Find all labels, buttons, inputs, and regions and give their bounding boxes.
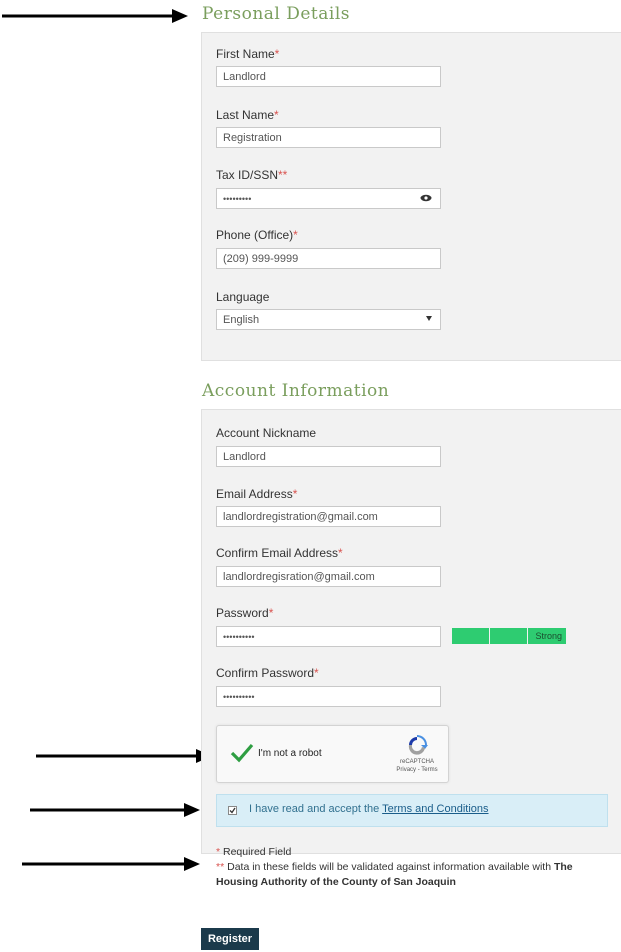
register-button[interactable]: Register	[201, 928, 259, 950]
chevron-down-icon	[426, 316, 432, 321]
strength-segment: Strong	[528, 628, 566, 644]
required-marker: *	[314, 666, 319, 680]
last-name-label: Last Name*	[216, 108, 279, 122]
checkmark-icon[interactable]	[230, 743, 254, 763]
terms-checkbox[interactable]	[228, 806, 237, 815]
arrow-annotation	[36, 749, 212, 763]
strength-label: Strong	[535, 631, 562, 641]
account-information-title: Account Information	[202, 381, 390, 401]
recaptcha-links[interactable]: Privacy - Terms	[392, 767, 442, 773]
phone-input[interactable]: (209) 999-9999	[216, 248, 441, 269]
first-name-input[interactable]: Landlord	[216, 66, 441, 87]
phone-label: Phone (Office)*	[216, 228, 298, 242]
recaptcha-brand: reCAPTCHA	[399, 759, 434, 765]
recaptcha-logo-icon	[408, 735, 428, 755]
strength-segment	[452, 628, 489, 644]
email-label: Email Address*	[216, 487, 298, 501]
account-nickname-input[interactable]: Landlord	[216, 446, 441, 467]
arrow-annotation	[22, 857, 200, 871]
first-name-label: First Name*	[216, 47, 280, 61]
password-strength-meter: Strong	[452, 628, 566, 644]
validated-fields-note: ** Data in these fields will be validate…	[216, 861, 573, 888]
confirm-email-input[interactable]: landlordregisration@gmail.com	[216, 566, 441, 587]
arrow-annotation	[30, 803, 200, 817]
arrow-annotation	[2, 9, 188, 23]
required-marker: *	[274, 108, 279, 122]
password-label: Password*	[216, 606, 274, 620]
terms-text: I have read and accept the Terms and Con…	[249, 803, 489, 815]
eye-icon[interactable]	[420, 192, 432, 204]
required-marker: *	[293, 228, 298, 242]
language-select[interactable]: English	[216, 309, 441, 330]
required-marker: *	[274, 47, 280, 61]
tax-id-label: Tax ID/SSN**	[216, 168, 288, 182]
confirm-email-label: Confirm Email Address*	[216, 546, 343, 560]
terms-link[interactable]: Terms and Conditions	[382, 803, 488, 815]
email-input[interactable]: landlordregistration@gmail.com	[216, 506, 441, 527]
recaptcha-widget[interactable]: I'm not a robot reCAPTCHA Privacy - Term…	[216, 725, 449, 783]
language-label: Language	[216, 290, 270, 304]
required-marker: **	[278, 168, 288, 182]
personal-details-title: Personal Details	[202, 4, 351, 24]
recaptcha-label: I'm not a robot	[258, 748, 322, 759]
tax-id-input[interactable]: •••••••••	[216, 188, 441, 209]
required-field-note: * Required Field	[216, 846, 292, 858]
strength-segment	[490, 628, 527, 644]
required-marker: *	[292, 487, 298, 501]
account-nickname-label: Account Nickname	[216, 426, 317, 440]
password-input[interactable]: ••••••••••	[216, 626, 441, 647]
required-marker: *	[268, 606, 274, 620]
check-icon	[229, 807, 236, 814]
required-marker: *	[338, 546, 343, 560]
confirm-password-label: Confirm Password*	[216, 666, 319, 680]
last-name-input[interactable]: Registration	[216, 127, 441, 148]
confirm-password-input[interactable]: ••••••••••	[216, 686, 441, 707]
